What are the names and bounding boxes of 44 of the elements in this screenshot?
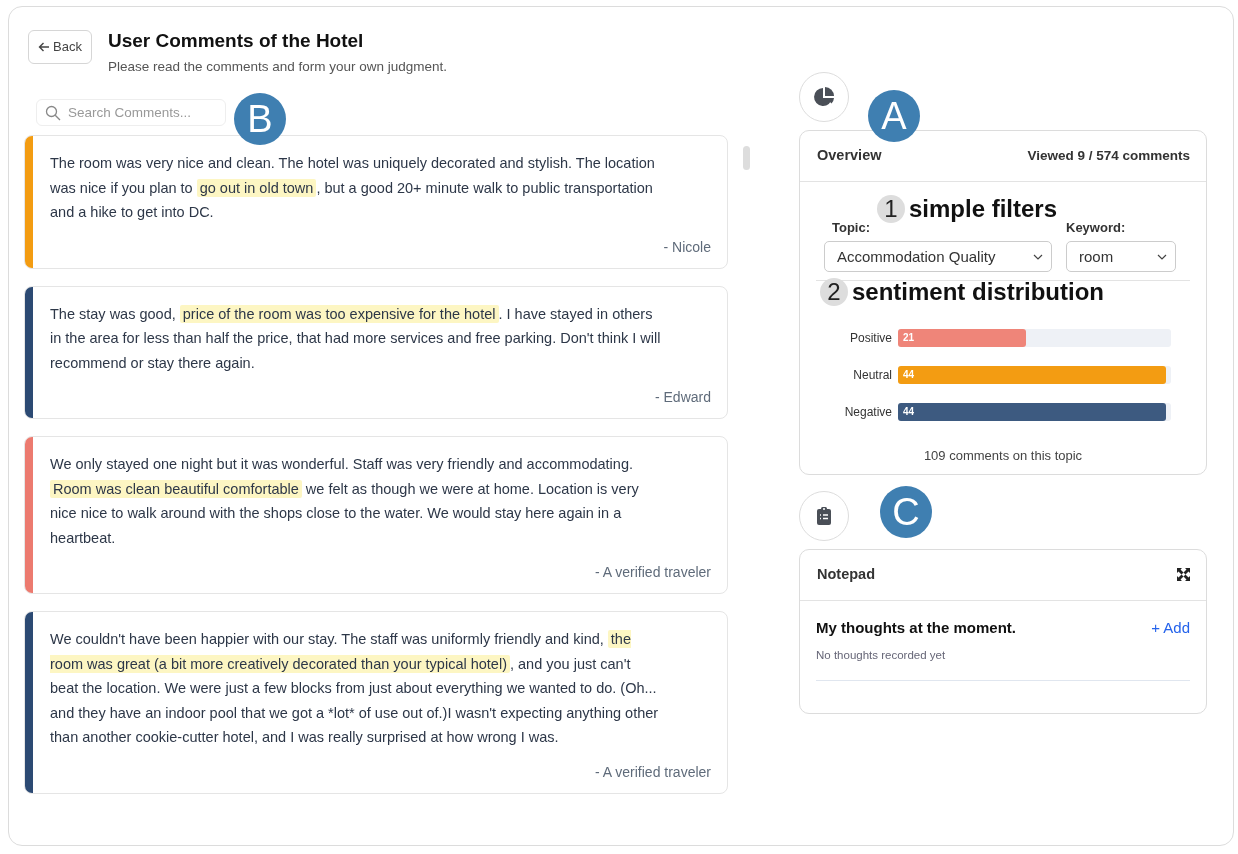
clipboard-list-icon bbox=[816, 505, 832, 526]
comment-author: - Edward bbox=[653, 388, 711, 407]
expand-icon[interactable] bbox=[1177, 568, 1190, 582]
sentiment-label: Positive bbox=[848, 329, 892, 347]
bar-fill: 44 bbox=[898, 365, 1166, 384]
add-button[interactable]: + Add bbox=[1151, 616, 1190, 639]
comment-author: - A verified traveler bbox=[594, 762, 711, 782]
search-field[interactable]: Search Comments... bbox=[36, 99, 226, 126]
annotation-label: sentiment distribution bbox=[852, 277, 1104, 307]
clipboard-icon-button[interactable] bbox=[799, 490, 849, 541]
filter-label: Keyword: bbox=[1066, 218, 1127, 237]
comment-author: - A verified traveler bbox=[594, 563, 711, 582]
notepad-heading: My thoughts at the moment. bbox=[816, 617, 1016, 638]
panel-title: Overview bbox=[817, 146, 882, 165]
pie-chart-icon bbox=[813, 86, 835, 108]
back-button[interactable]: Back bbox=[28, 30, 92, 64]
bar-fill: 21 bbox=[898, 328, 1027, 347]
arrow-left-icon bbox=[38, 40, 50, 53]
comment-text: The room was very nice and clean. The hotel was uniquely decorated and stylish. The location was nice if you plan to go out in old town , but a good 20+ minute walk to public transportation and a hike to get into DC. bbox=[50, 154, 656, 222]
sentiment-label: Neutral bbox=[852, 366, 892, 384]
keyword-dropdown[interactable]: room bbox=[1066, 241, 1176, 273]
annotation-marker: C bbox=[880, 486, 932, 538]
annotation-label: simple filters bbox=[909, 194, 1058, 224]
comment-text: The stay was good, price of the room was too expensive for the hotel . I have stayed in others in the area for less than half the price, that had more services and free parking. Don't think I will recommend or stay there again. bbox=[50, 303, 662, 373]
comment-text: We only stayed one night but it was wonderful. Staff was very friendly and accommodating. Room was clean beautiful comfortable we felt as though we were at home. Location is very nice nice to walk around with the shops close to the water. We would stay here again in a heartbeat. bbox=[50, 455, 640, 548]
annotation-marker: B bbox=[234, 93, 286, 145]
pie-chart-icon-button[interactable] bbox=[799, 72, 849, 122]
comment-text: We couldn't have been happier with our stay. The staff was uniformly friendly and kind, the room was great (a bit more creatively decorated than your typical hotel) , and you just can't beat the location. We were just a few blocks from just about everything we wanted to do. (Oh... and they have an indoor pool that we got a *lot* of use out of.)I wasn't expecting anything other than another cookie-cutter hotel, and I was really surprised at how wrong I was. bbox=[50, 629, 660, 747]
panel-title: Notepad bbox=[817, 564, 875, 584]
empty-notes-text: No thoughts recorded yet bbox=[816, 648, 947, 663]
page-subtitle: Please read the comments and form your own judgment. bbox=[107, 57, 448, 76]
topic-comment-count: 109 comments on this topic bbox=[922, 447, 1084, 466]
comment-author: - Nicole bbox=[662, 237, 711, 257]
filter-label: Topic: bbox=[832, 218, 872, 237]
bar-fill: 44 bbox=[898, 402, 1166, 421]
search-icon bbox=[45, 105, 61, 121]
scrollbar-thumb bbox=[743, 146, 750, 170]
chevron-down-icon bbox=[1033, 253, 1043, 260]
sentiment-label: Negative bbox=[843, 403, 892, 421]
annotation-marker: A bbox=[868, 90, 920, 142]
viewed-count: Viewed 9 / 574 comments bbox=[1027, 146, 1190, 165]
chevron-down-icon bbox=[1157, 253, 1167, 260]
page-title: User Comments of the Hotel bbox=[107, 30, 365, 53]
topic-dropdown[interactable]: Accommodation Quality bbox=[824, 241, 1052, 273]
